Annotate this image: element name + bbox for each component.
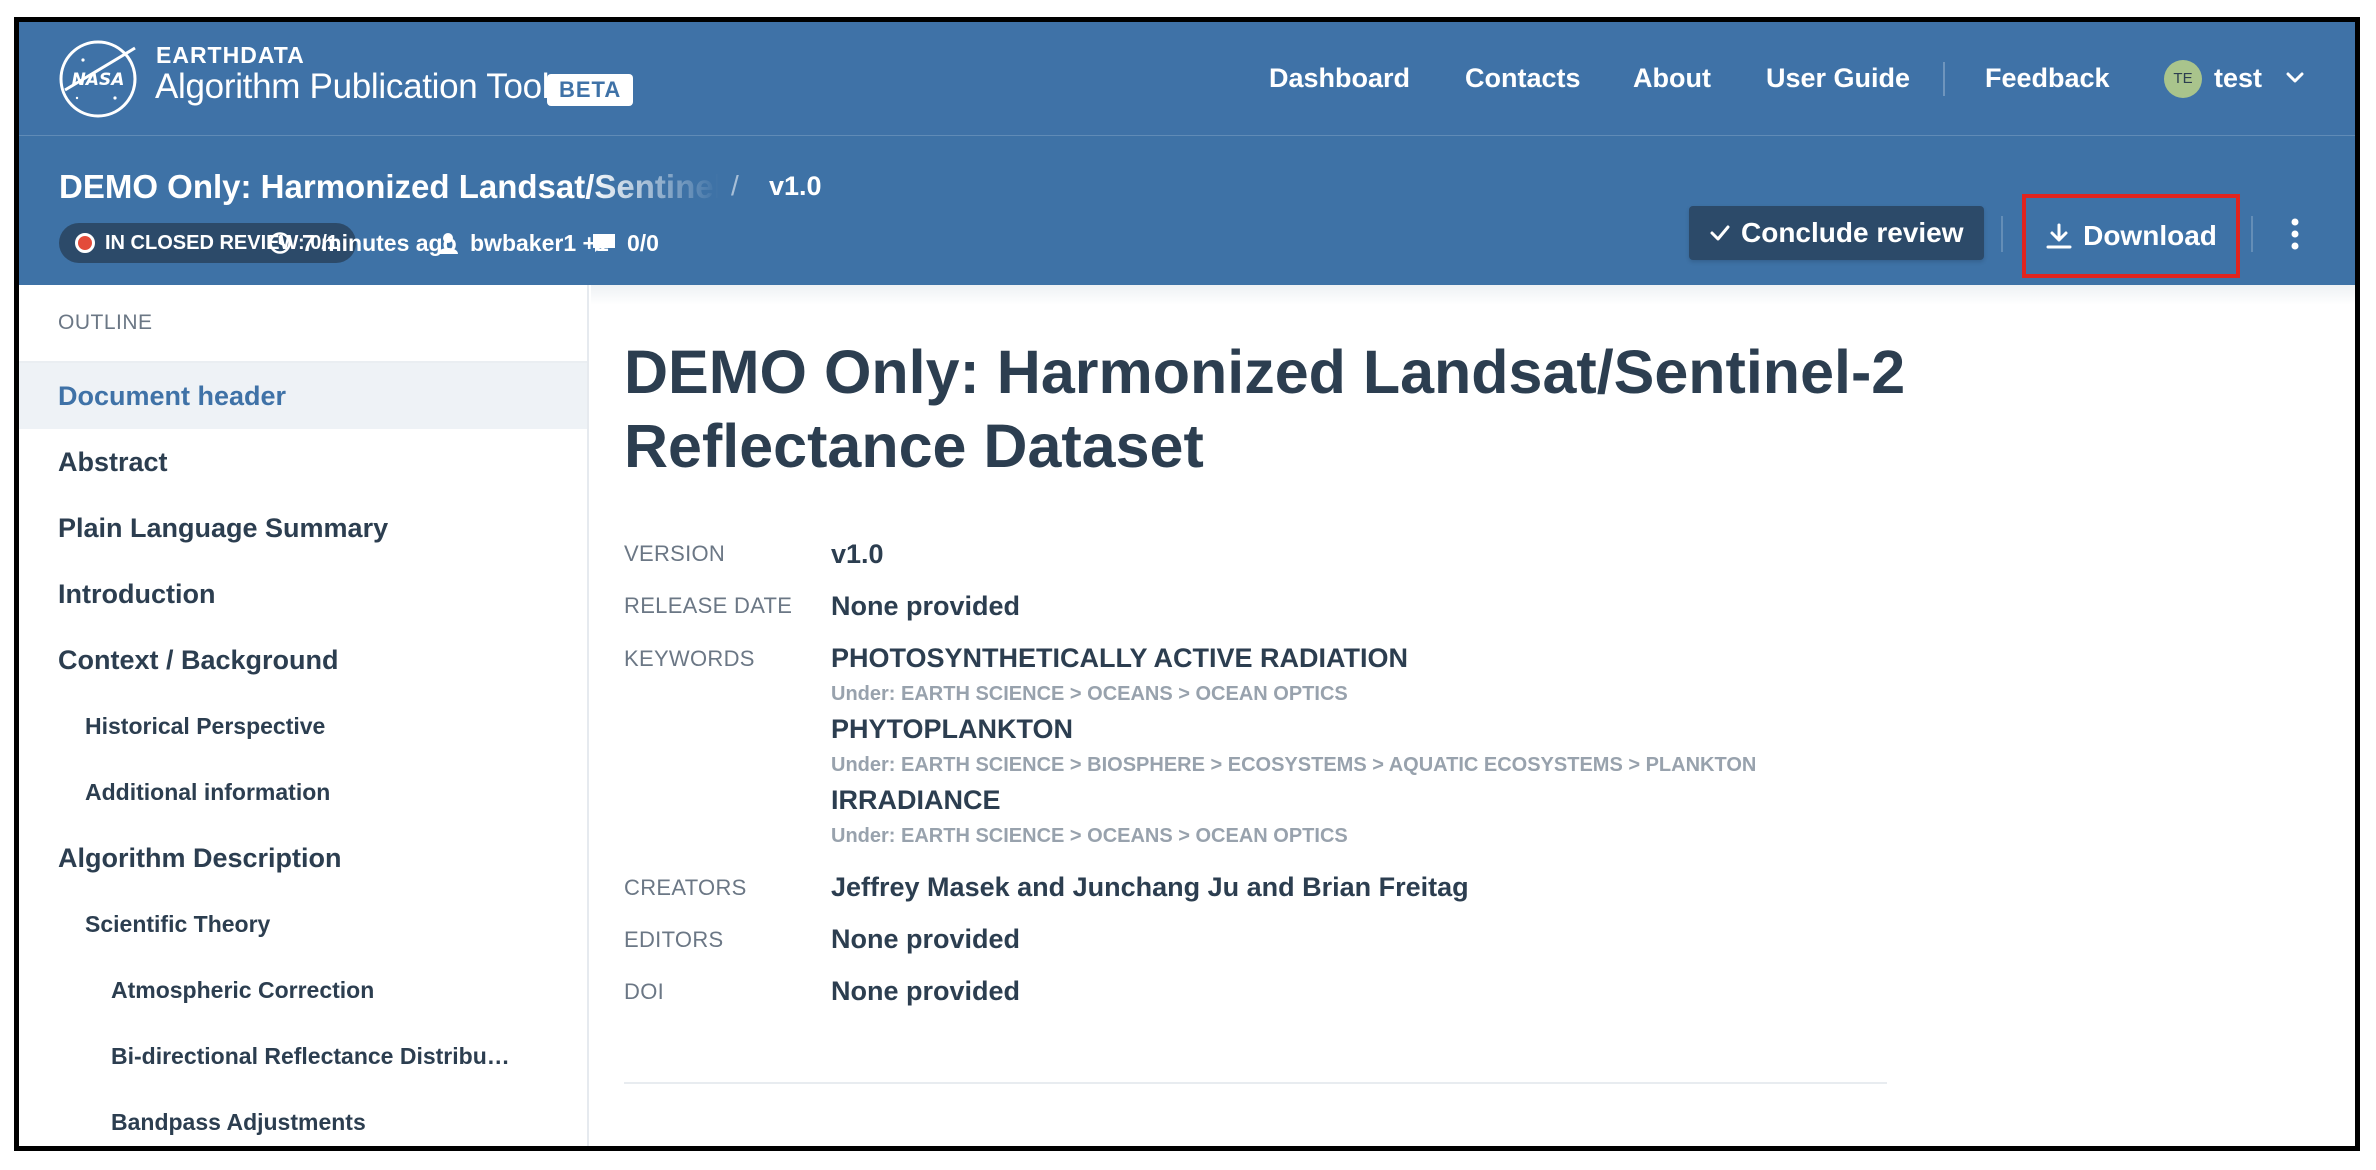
check-icon [1710,225,1730,241]
document-version[interactable]: v1.0 [769,171,822,202]
more-vertical-icon[interactable] [2282,216,2308,252]
avatar[interactable]: TE [2164,60,2202,98]
keyword-path: Under: EARTH SCIENCE > OCEANS > OCEAN OP… [831,825,1348,847]
top-navigation: NASA EARTHDATA Algorithm Publication Too… [19,22,2355,135]
authors-text: bwbaker1 +1 [470,229,609,256]
value-editors: None provided [831,924,1021,954]
label-doi: DOI [624,979,665,1004]
conclude-review-label: Conclude review [1741,217,1964,248]
label-creators: CREATORS [624,875,747,900]
nav-contacts[interactable]: Contacts [1465,58,1581,98]
nav-dashboard[interactable]: Dashboard [1269,58,1410,98]
value-doi: None provided [831,976,1021,1006]
keyword-name: PHYTOPLANKTON [831,714,1074,744]
status-dot-icon [75,233,95,253]
toolbar-divider [2251,216,2253,252]
outline-item-additional-information[interactable]: Additional information [19,759,587,825]
document-content: DEMO Only: Harmonized Landsat/Sentinel-2… [591,285,2355,1146]
keyword-name: IRRADIANCE [831,785,1001,815]
keyword-name: PHOTOSYNTHETICALLY ACTIVE RADIATION [831,643,1409,673]
outline-item-atmospheric-correction[interactable]: Atmospheric Correction [19,957,587,1023]
content-shadow [591,285,2355,305]
outline-heading: OUTLINE [58,311,153,334]
label-release-date: RELEASE DATE [624,593,793,618]
value-creators: Jeffrey Masek and Junchang Ju and Brian … [831,872,1469,902]
last-updated-text: 7 minutes ago [302,229,457,256]
download-label: Download [2083,220,2217,251]
nav-feedback[interactable]: Feedback [1985,58,2110,98]
nav-user-guide[interactable]: User Guide [1766,58,1910,98]
label-keywords: KEYWORDS [624,646,755,671]
outline-item-brdf[interactable]: Bi-directional Reflectance Distribu… [19,1023,587,1089]
brand-earthdata: EARTHDATA [156,42,305,68]
document-title[interactable]: DEMO Only: Harmonized Landsat/Sentinel-2… [59,168,719,206]
conclude-review-button[interactable]: Conclude review [1689,206,1984,260]
nasa-logo-icon[interactable]: NASA [57,38,139,120]
nav-divider [1943,62,1945,96]
keyword-path: Under: EARTH SCIENCE > BIOSPHERE > ECOSY… [831,754,1757,776]
outline-item-plain-language-summary[interactable]: Plain Language Summary [19,495,587,561]
download-button[interactable]: Download [2022,194,2240,278]
page-title: DEMO Only: Harmonized Landsat/Sentinel-2… [624,338,1906,480]
outline-item-document-header[interactable]: Document header [19,363,587,429]
value-version: v1.0 [831,539,884,569]
app-title[interactable]: Algorithm Publication Tool [155,67,550,107]
authors[interactable]: bwbaker1 +1 [436,223,609,263]
value-release-date: None provided [831,591,1021,621]
outline-item-historical-perspective[interactable]: Historical Perspective [19,693,587,759]
label-version: VERSION [624,541,726,566]
keyword-path: Under: EARTH SCIENCE > OCEANS > OCEAN OP… [831,683,1348,705]
document-toolbar: DEMO Only: Harmonized Landsat/Sentinel-2… [19,135,2355,285]
beta-badge: BETA [547,74,634,106]
clock-icon [269,232,291,254]
breadcrumb-separator: / [731,170,739,201]
section-divider [624,1082,1887,1084]
svg-text:NASA: NASA [72,70,125,90]
toolbar-divider [2001,216,2003,252]
outline-item-introduction[interactable]: Introduction [19,561,587,627]
user-icon [438,233,458,254]
chevron-down-icon[interactable] [2283,66,2307,90]
last-updated: 7 minutes ago [268,223,457,263]
app-window: NASA EARTHDATA Algorithm Publication Too… [14,17,2360,1151]
download-icon [2046,223,2072,249]
outline-item-bandpass-adjustments[interactable]: Bandpass Adjustments [19,1089,587,1146]
comment-icon [593,234,615,252]
outline-sidebar: OUTLINE Document header Abstract Plain L… [19,285,589,1146]
nav-about[interactable]: About [1633,58,1711,98]
outline-item-abstract[interactable]: Abstract [19,429,587,495]
comments-count[interactable]: 0/0 [591,223,659,263]
outline-item-context-background[interactable]: Context / Background [19,627,587,693]
user-menu-name[interactable]: test [2214,58,2262,98]
label-editors: EDITORS [624,927,724,952]
comments-text: 0/0 [627,229,659,256]
outline-item-algorithm-description[interactable]: Algorithm Description [19,825,587,891]
outline-item-scientific-theory[interactable]: Scientific Theory [19,891,587,957]
